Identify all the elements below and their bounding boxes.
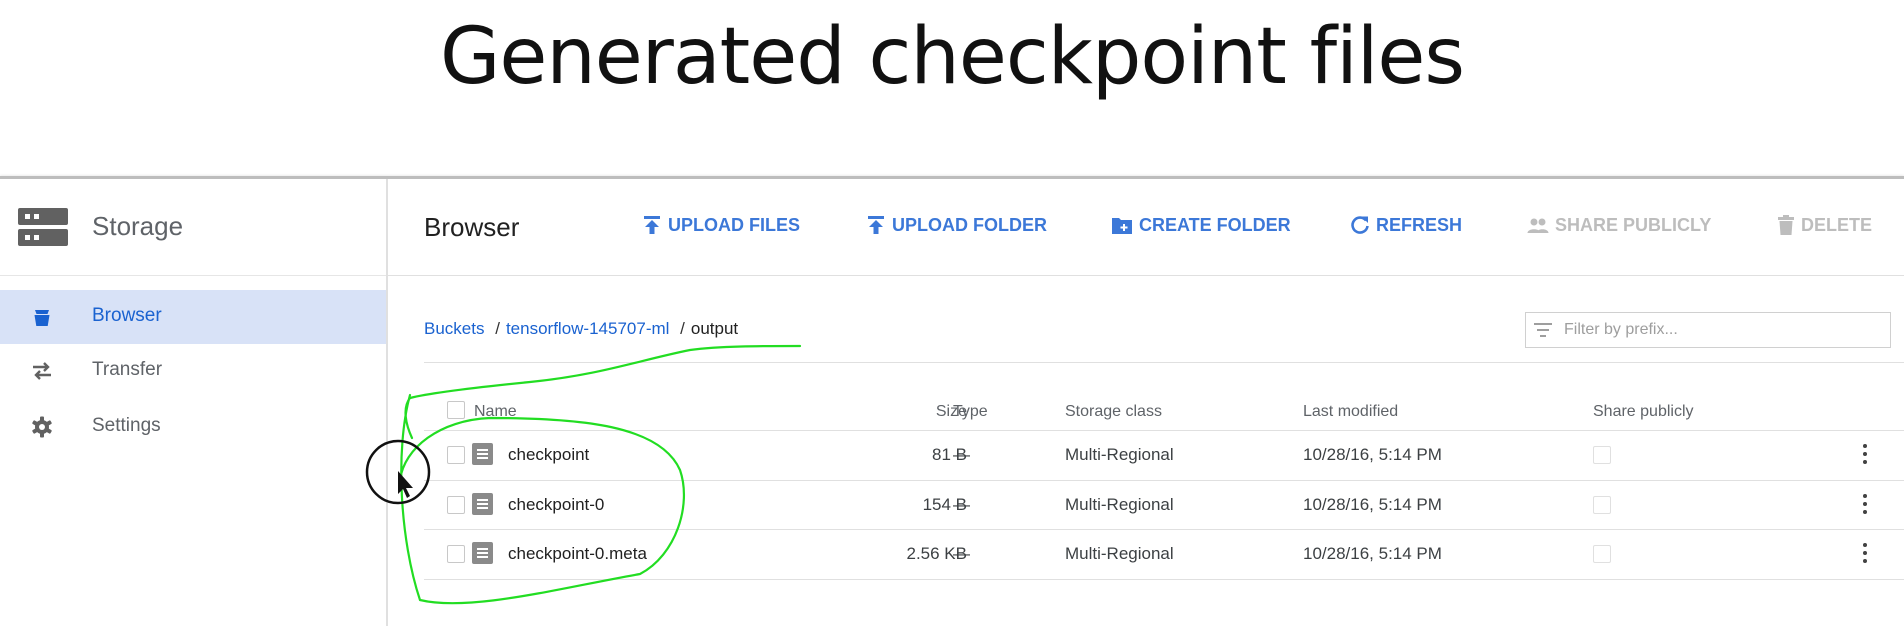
bucket-icon xyxy=(34,310,50,326)
file-name-link[interactable]: checkpoint-0.meta xyxy=(508,544,647,564)
sidebar-item-label: Settings xyxy=(92,415,161,436)
refresh-icon xyxy=(1351,216,1369,234)
breadcrumb-buckets-link[interactable]: Buckets xyxy=(424,319,484,338)
column-header-last-modified[interactable]: Last modified xyxy=(1303,403,1398,421)
more-options-icon[interactable] xyxy=(1862,444,1868,466)
sidebar: Storage Browser Transfer Settings xyxy=(0,179,388,626)
breadcrumb: Buckets / tensorflow-145707-ml / output xyxy=(424,319,738,339)
sidebar-item-label: Browser xyxy=(92,305,162,326)
sidebar-item-browser[interactable]: Browser xyxy=(0,290,386,344)
gear-icon xyxy=(32,416,52,438)
table-row[interactable]: checkpoint-0.meta 2.56 KB — Multi-Region… xyxy=(388,530,1904,579)
file-size: 81 B xyxy=(932,445,967,464)
share-publicly-checkbox[interactable] xyxy=(1593,446,1611,464)
select-all-checkbox[interactable] xyxy=(447,401,465,419)
share-publicly-checkbox[interactable] xyxy=(1593,496,1611,514)
create-folder-button[interactable]: CREATE FOLDER xyxy=(1111,215,1291,236)
upload-icon xyxy=(644,216,660,234)
trash-icon xyxy=(1778,215,1794,235)
last-modified: 10/28/16, 5:14 PM xyxy=(1303,495,1442,514)
slide-title: Generated checkpoint files xyxy=(0,0,1904,176)
share-publicly-checkbox[interactable] xyxy=(1593,545,1611,563)
storage-icon xyxy=(18,207,68,247)
row-checkbox[interactable] xyxy=(447,446,465,464)
file-size: 2.56 KB xyxy=(906,544,968,563)
delete-button[interactable]: DELETE xyxy=(1777,215,1872,236)
upload-files-button[interactable]: UPLOAD FILES xyxy=(642,215,800,236)
table-row[interactable]: checkpoint 81 B — Multi-Regional 10/28/1… xyxy=(388,431,1904,480)
upload-folder-button[interactable]: UPLOAD FOLDER xyxy=(866,215,1047,236)
upload-folder-label: UPLOAD FOLDER xyxy=(892,215,1047,235)
upload-files-label: UPLOAD FILES xyxy=(668,215,801,235)
main-panel: Browser UPLOAD FILES UPLOAD FOLDER CREAT… xyxy=(388,179,1904,626)
column-header-share-publicly: Share publicly xyxy=(1593,403,1694,420)
divider xyxy=(424,579,1904,580)
people-icon xyxy=(1527,218,1549,233)
create-folder-label: CREATE FOLDER xyxy=(1139,215,1291,235)
sidebar-item-settings[interactable]: Settings xyxy=(0,400,386,454)
upload-icon xyxy=(868,216,884,234)
file-name-link[interactable]: checkpoint xyxy=(508,445,589,465)
filter-icon xyxy=(1534,323,1552,337)
last-modified: 10/28/16, 5:14 PM xyxy=(1303,445,1442,464)
storage-console: Storage Browser Transfer Settings Browse… xyxy=(0,176,1904,626)
file-type: — xyxy=(953,544,970,563)
more-options-icon[interactable] xyxy=(1862,494,1868,516)
last-modified: 10/28/16, 5:14 PM xyxy=(1303,544,1442,563)
refresh-label: REFRESH xyxy=(1376,215,1463,235)
product-title: Storage xyxy=(92,211,184,241)
sidebar-item-transfer[interactable]: Transfer xyxy=(0,344,386,398)
breadcrumb-current-folder: output xyxy=(690,319,739,338)
share-publicly-button[interactable]: SHARE PUBLICLY xyxy=(1527,215,1711,236)
table-row[interactable]: checkpoint-0 154 B — Multi-Regional 10/2… xyxy=(388,481,1904,530)
filter-box xyxy=(1525,312,1891,348)
share-publicly-label: SHARE PUBLICLY xyxy=(1555,215,1712,235)
divider xyxy=(424,362,1904,363)
slide-title-text: Generated checkpoint files xyxy=(439,12,1465,102)
create-folder-icon xyxy=(1112,218,1132,234)
storage-class: Multi-Regional xyxy=(1065,445,1174,464)
column-header-type[interactable]: Type xyxy=(953,403,988,421)
refresh-button[interactable]: REFRESH xyxy=(1350,215,1462,236)
file-type: — xyxy=(953,445,970,464)
file-icon xyxy=(472,493,493,515)
filter-input[interactable] xyxy=(1562,318,1866,342)
breadcrumb-separator: / xyxy=(680,319,685,338)
file-icon xyxy=(472,443,493,465)
delete-label: DELETE xyxy=(1801,215,1873,235)
more-options-icon[interactable] xyxy=(1862,543,1868,565)
storage-class: Multi-Regional xyxy=(1065,544,1174,563)
column-header-storage-class[interactable]: Storage class xyxy=(1065,403,1162,421)
page-title: Browser xyxy=(424,212,520,242)
file-name-link[interactable]: checkpoint-0 xyxy=(508,495,604,515)
file-type: — xyxy=(953,495,970,514)
storage-class: Multi-Regional xyxy=(1065,495,1174,514)
transfer-arrows-icon xyxy=(33,362,51,380)
sidebar-header: Storage xyxy=(0,179,386,276)
breadcrumb-bucket-link[interactable]: tensorflow-145707-ml xyxy=(506,319,669,338)
row-checkbox[interactable] xyxy=(447,496,465,514)
sidebar-item-label: Transfer xyxy=(92,359,163,380)
breadcrumb-separator: / xyxy=(495,319,500,338)
row-checkbox[interactable] xyxy=(447,545,465,563)
file-size: 154 B xyxy=(922,495,967,514)
toolbar: Browser UPLOAD FILES UPLOAD FOLDER CREAT… xyxy=(388,179,1904,276)
column-header-name[interactable]: Name xyxy=(474,403,517,421)
file-icon xyxy=(472,542,493,564)
